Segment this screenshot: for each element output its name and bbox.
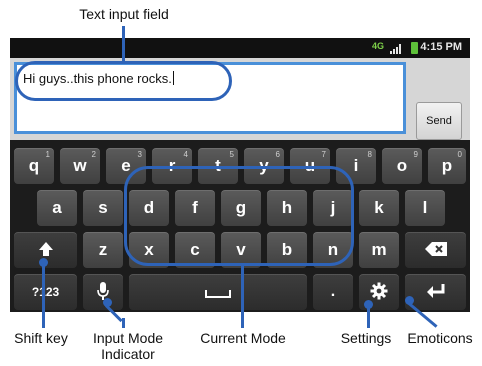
- key-p-num: 0: [457, 150, 462, 159]
- input-mode-pointer-line2: [122, 318, 125, 328]
- key-v[interactable]: v: [221, 232, 261, 268]
- key-a[interactable]: a: [37, 190, 77, 226]
- key-o-char: o: [396, 156, 408, 175]
- key-e[interactable]: e3: [106, 148, 146, 184]
- callout-input-mode-line2: Indicator: [101, 346, 155, 362]
- key-p-char: p: [441, 156, 453, 175]
- key-p[interactable]: p0: [428, 148, 466, 184]
- key-g[interactable]: g: [221, 190, 261, 226]
- battery-icon: [411, 42, 418, 54]
- key-u-char: u: [304, 156, 316, 175]
- text-field-pointer-line: [122, 26, 125, 62]
- key-l[interactable]: l: [405, 190, 445, 226]
- key-w[interactable]: w2: [60, 148, 100, 184]
- key-s[interactable]: s: [83, 190, 123, 226]
- key-q-char: q: [28, 156, 40, 175]
- callout-input-mode-line1: Input Mode: [92, 330, 164, 346]
- key-w-num: 2: [91, 150, 96, 159]
- callout-input-mode-indicator: Input Mode Indicator: [78, 330, 178, 362]
- key-f[interactable]: f: [175, 190, 215, 226]
- key-e-char: e: [121, 156, 131, 175]
- delete-key[interactable]: [405, 232, 466, 268]
- key-o[interactable]: o9: [382, 148, 422, 184]
- text-caret: [172, 71, 174, 85]
- key-o-num: 9: [413, 150, 418, 159]
- key-j[interactable]: j: [313, 190, 353, 226]
- key-k[interactable]: k: [359, 190, 399, 226]
- key-r-char: r: [168, 156, 176, 175]
- key-y[interactable]: y6: [244, 148, 284, 184]
- key-y-num: 6: [275, 150, 280, 159]
- backspace-icon: [424, 242, 447, 256]
- compose-area: Hi guys..this phone rocks. Send: [10, 58, 470, 140]
- key-t-char: t: [215, 156, 221, 175]
- key-i[interactable]: i8: [336, 148, 376, 184]
- gear-icon: [370, 282, 388, 300]
- key-n[interactable]: n: [313, 232, 353, 268]
- key-r[interactable]: r4: [152, 148, 192, 184]
- key-u-num: 7: [321, 150, 326, 159]
- key-t-num: 5: [229, 150, 234, 159]
- space-bar-icon: [205, 290, 231, 298]
- network-type: 4G: [371, 41, 384, 51]
- key-b[interactable]: b: [267, 232, 307, 268]
- callout-text-input-field: Text input field: [79, 6, 169, 22]
- key-d[interactable]: d: [129, 190, 169, 226]
- settings-pointer-line: [367, 306, 370, 328]
- period-key[interactable]: .: [313, 274, 353, 310]
- shift-pointer-line: [42, 262, 45, 328]
- key-r-num: 4: [183, 150, 188, 159]
- key-i-num: 8: [367, 150, 372, 159]
- message-text-field[interactable]: Hi guys..this phone rocks.: [14, 62, 406, 134]
- key-w-char: w: [73, 156, 87, 175]
- key-h[interactable]: h: [267, 190, 307, 226]
- key-q[interactable]: q1: [14, 148, 54, 184]
- status-bar: 4G 4:15 PM: [10, 38, 470, 58]
- key-i-char: i: [353, 156, 359, 175]
- callout-emoticons: Emoticons: [407, 330, 473, 346]
- key-q-num: 1: [45, 150, 50, 159]
- key-c[interactable]: c: [175, 232, 215, 268]
- key-e-num: 3: [137, 150, 142, 159]
- message-text: Hi guys..this phone rocks.: [23, 71, 174, 86]
- message-content: Hi guys..this phone rocks.: [23, 71, 172, 86]
- key-y-char: y: [259, 156, 269, 175]
- send-button[interactable]: Send: [416, 102, 462, 140]
- signal-icon: [390, 44, 401, 54]
- key-x[interactable]: x: [129, 232, 169, 268]
- keyboard: q1 w2 e3 r4 t5 y6 u7 i8 o9 p0 a s d f g …: [10, 140, 470, 312]
- key-z[interactable]: z: [83, 232, 123, 268]
- space-key[interactable]: [129, 274, 307, 310]
- current-mode-pointer-line: [241, 266, 244, 328]
- phone-screen: 4G 4:15 PM Hi guys..this phone rocks. Se…: [10, 38, 470, 312]
- callout-current-mode: Current Mode: [200, 330, 286, 346]
- callout-shift-key: Shift key: [14, 330, 68, 346]
- status-time: 4:15 PM: [420, 41, 462, 53]
- enter-key[interactable]: [405, 274, 466, 310]
- enter-arrow-icon: [426, 284, 444, 298]
- shift-arrow-icon: [38, 242, 53, 256]
- key-m[interactable]: m: [359, 232, 399, 268]
- key-t[interactable]: t5: [198, 148, 238, 184]
- key-u[interactable]: u7: [290, 148, 330, 184]
- mode-key[interactable]: ?123: [14, 274, 77, 310]
- callout-settings: Settings: [340, 330, 392, 346]
